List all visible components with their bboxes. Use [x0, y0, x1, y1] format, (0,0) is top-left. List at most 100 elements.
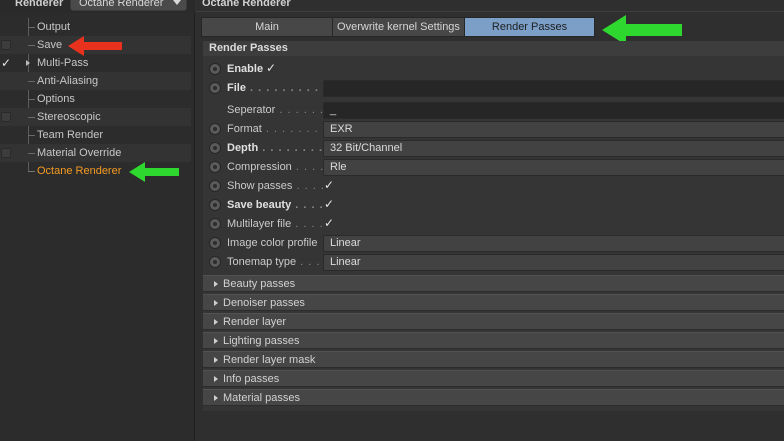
animate-radio-icon[interactable]	[209, 123, 221, 135]
compression-row: Compression . . . . Rle	[203, 158, 784, 177]
group-lighting-passes[interactable]: Lighting passes	[203, 332, 784, 349]
triangle-right-icon	[214, 319, 218, 325]
group-label: Beauty passes	[223, 278, 296, 290]
animate-radio-icon[interactable]	[209, 82, 221, 94]
save-beauty-checkbox[interactable]: ✓	[324, 197, 334, 211]
sidebar-item-label: Options	[37, 93, 75, 105]
green-arrow-icon	[129, 162, 179, 182]
group-label: Lighting passes	[223, 335, 300, 347]
sidebar-item-label: Stereoscopic	[37, 111, 101, 123]
sidebar-item-options[interactable]: Options	[0, 90, 191, 108]
triangle-right-icon	[214, 357, 218, 363]
group-render-layer[interactable]: Render layer	[203, 313, 784, 330]
save-beauty-label: Save beauty . . . .	[227, 199, 324, 211]
checkbox-icon[interactable]	[1, 148, 11, 158]
group-material-passes[interactable]: Material passes	[203, 389, 784, 406]
group-info-passes[interactable]: Info passes	[203, 370, 784, 387]
animate-radio-icon[interactable]	[209, 180, 221, 192]
renderer-bar: Renderer Octane Renderer	[0, 0, 195, 13]
group-label: Denoiser passes	[223, 297, 305, 309]
save-beauty-row: Save beauty . . . . ✓	[203, 196, 784, 215]
tree-branch	[28, 81, 35, 82]
compression-dropdown[interactable]: Rle	[323, 159, 784, 176]
renderer-label: Renderer	[15, 0, 64, 9]
sidebar-item-label: Team Render	[37, 129, 104, 141]
tree-branch	[28, 117, 35, 118]
separator-row: Seperator . . . . . . . _	[203, 101, 784, 120]
tree-branch	[28, 99, 35, 100]
tree-branch	[28, 153, 35, 154]
sidebar-item-label: Material Override	[37, 147, 122, 159]
show-passes-checkbox[interactable]: ✓	[324, 178, 334, 192]
tonemap-type-row: Tonemap type . . . Linear	[203, 253, 784, 272]
sidebar-item-label: Anti-Aliasing	[37, 75, 99, 87]
compression-label: Compression . . . .	[227, 161, 325, 173]
octane-settings-panel: Octane Renderer Main Overwrite kernel Se…	[196, 0, 784, 441]
sidebar-item-team-render[interactable]: Team Render	[0, 126, 191, 144]
renderer-dropdown[interactable]: Octane Renderer	[70, 0, 187, 11]
animate-radio-icon[interactable]	[209, 256, 221, 268]
sidebar-item-label: Octane Renderer	[37, 165, 122, 177]
triangle-right-icon	[214, 300, 218, 306]
depth-row: Depth . . . . . . . . . . . 32 Bit/Chann…	[203, 139, 784, 158]
triangle-right-icon	[214, 338, 218, 344]
divider	[196, 11, 784, 12]
triangle-right-icon	[214, 281, 218, 287]
multilayer-file-checkbox[interactable]: ✓	[324, 216, 334, 230]
animate-radio-icon[interactable]	[209, 218, 221, 230]
format-dropdown[interactable]: EXR	[323, 121, 784, 138]
animate-radio-icon[interactable]	[209, 199, 221, 211]
group-label: Info passes	[223, 373, 280, 385]
sidebar-item-label: Save	[37, 39, 63, 51]
tab-bar: Main Overwrite kernel Settings Render Pa…	[201, 17, 595, 37]
image-color-profile-row: Image color profile Linear	[203, 234, 784, 253]
depth-dropdown[interactable]: 32 Bit/Channel	[323, 140, 784, 157]
file-row: File . . . . . . . . . . . .	[203, 79, 784, 98]
enable-checkbox[interactable]: ✓	[266, 61, 276, 75]
show-passes-row: Show passes . . . . ✓	[203, 177, 784, 196]
separator-input[interactable]: _	[323, 102, 784, 119]
animate-radio-icon[interactable]	[209, 63, 221, 75]
render-passes-section: Render Passes Enable ✓ File . . . . . . …	[203, 41, 784, 411]
group-label: Material passes	[223, 392, 301, 404]
group-label: Render layer	[223, 316, 286, 328]
file-path-input[interactable]	[323, 80, 784, 97]
tree-branch	[28, 135, 35, 136]
check-icon[interactable]: ✓	[1, 54, 11, 72]
triangle-right-icon	[214, 395, 218, 401]
animate-radio-icon[interactable]	[209, 237, 221, 249]
renderer-dropdown-value: Octane Renderer	[79, 0, 164, 9]
tab-overwrite-kernel-settings[interactable]: Overwrite kernel Settings	[333, 17, 465, 37]
panel-title: Octane Renderer	[202, 0, 291, 9]
enable-label: Enable	[227, 63, 264, 75]
expand-arrow-icon[interactable]	[26, 60, 30, 66]
sidebar-item-anti-aliasing[interactable]: Anti-Aliasing	[0, 72, 191, 90]
multilayer-file-row: Multilayer file . . . . ✓	[203, 215, 784, 234]
sidebar-item-stereoscopic[interactable]: Stereoscopic	[0, 108, 191, 126]
red-arrow-icon	[68, 36, 122, 56]
chevron-down-icon	[173, 0, 181, 5]
tab-main[interactable]: Main	[201, 17, 333, 37]
image-color-profile-label: Image color profile	[227, 237, 318, 249]
tree-branch	[28, 45, 35, 46]
section-title: Render Passes	[203, 41, 784, 56]
group-render-layer-mask[interactable]: Render layer mask	[203, 351, 784, 368]
group-beauty-passes[interactable]: Beauty passes	[203, 275, 784, 292]
triangle-right-icon	[214, 376, 218, 382]
render-settings-sidebar: Renderer Octane Renderer Output Save ✓ M…	[0, 0, 195, 441]
tab-render-passes[interactable]: Render Passes	[465, 17, 595, 37]
show-passes-label: Show passes . . . .	[227, 180, 325, 192]
checkbox-icon[interactable]	[1, 40, 11, 50]
tree-branch	[28, 27, 35, 28]
image-color-profile-dropdown[interactable]: Linear	[323, 235, 784, 252]
animate-radio-icon[interactable]	[209, 142, 221, 154]
tonemap-type-dropdown[interactable]: Linear	[323, 254, 784, 271]
multilayer-file-label: Multilayer file . . . .	[227, 218, 324, 230]
tonemap-type-label: Tonemap type . . .	[227, 256, 321, 268]
checkbox-icon[interactable]	[1, 112, 11, 122]
group-label: Render layer mask	[223, 354, 316, 366]
group-denoiser-passes[interactable]: Denoiser passes	[203, 294, 784, 311]
format-row: Format . . . . . . . . . . EXR	[203, 120, 784, 139]
animate-radio-icon[interactable]	[209, 161, 221, 173]
tree-branch	[28, 171, 35, 172]
